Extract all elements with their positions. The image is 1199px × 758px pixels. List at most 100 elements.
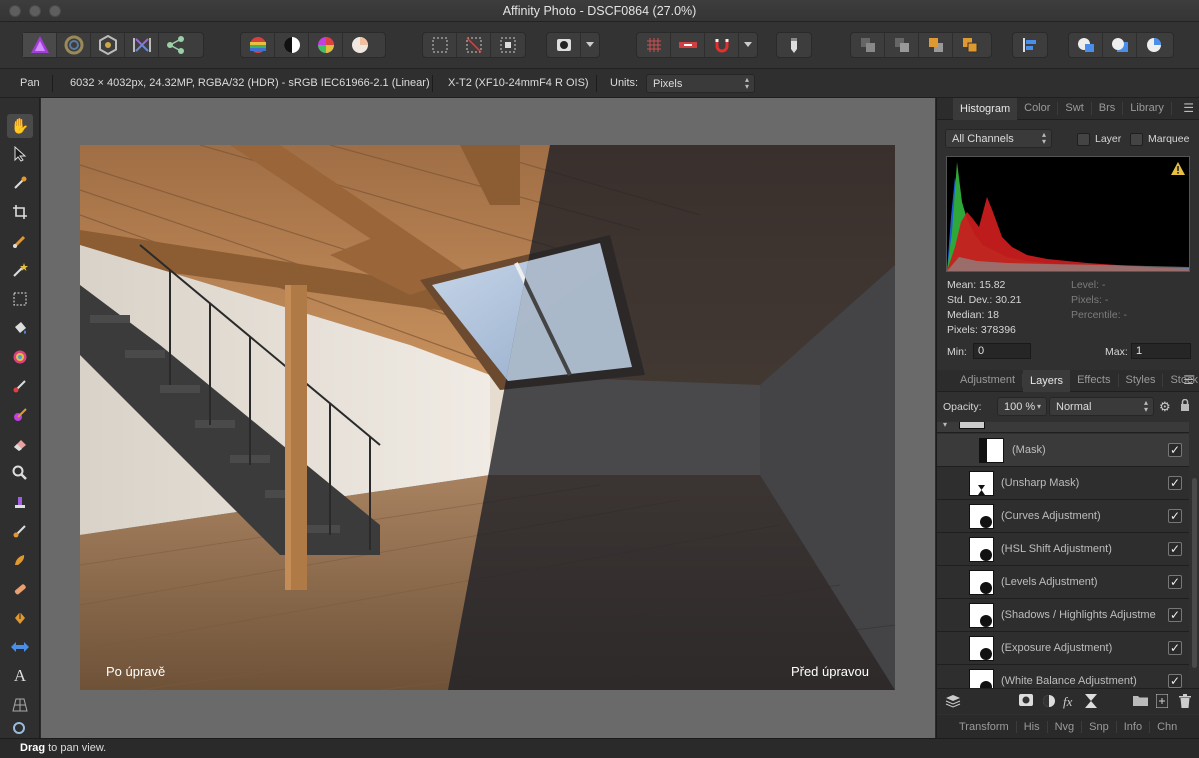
layer-row[interactable]: (HSL Shift Adjustment) ✓	[937, 533, 1189, 566]
color-replace-icon[interactable]	[7, 403, 33, 427]
dodge-icon[interactable]	[7, 461, 33, 485]
tab-history[interactable]: His	[1017, 720, 1048, 733]
layer-row[interactable]: (Levels Adjustment) ✓	[937, 566, 1189, 599]
tab-color[interactable]: Color	[1017, 102, 1059, 115]
paint-brush-icon[interactable]	[7, 374, 33, 398]
fx-icon[interactable]: fx	[1063, 694, 1072, 710]
gear-icon[interactable]: ⚙	[1159, 399, 1171, 415]
erase-icon[interactable]	[7, 432, 33, 456]
folder-icon[interactable]	[1133, 694, 1148, 709]
layer-visibility-checkbox[interactable]: ✓	[1168, 575, 1182, 589]
layer-visibility-checkbox[interactable]: ✓	[1168, 443, 1182, 457]
tab-navigator[interactable]: Nvg	[1048, 720, 1083, 733]
layer-visibility-checkbox[interactable]: ✓	[1168, 674, 1182, 688]
blemish-icon[interactable]	[7, 519, 33, 543]
max-input[interactable]: 1	[1131, 343, 1191, 359]
zoom-icon[interactable]	[7, 721, 33, 738]
tab-histogram[interactable]: Histogram	[953, 97, 1018, 120]
tab-layers[interactable]: Layers	[1023, 369, 1071, 392]
move-to-back-icon[interactable]	[851, 33, 885, 57]
chevron-down-icon[interactable]	[581, 33, 599, 57]
layer-row[interactable]: (Unsharp Mask) ✓	[937, 467, 1189, 500]
photo-persona-icon[interactable]	[23, 33, 57, 57]
move-forward-one-icon[interactable]	[919, 33, 953, 57]
blend-mode-select[interactable]: Normal ▴ ▾	[1049, 397, 1154, 416]
tab-transform[interactable]: Transform	[937, 720, 1017, 733]
layer-row[interactable]: (Shadows / Highlights Adjustme ✓	[937, 599, 1189, 632]
tab-brushes[interactable]: Brs	[1092, 102, 1124, 115]
develop-persona-icon[interactable]	[91, 33, 125, 57]
crop-icon[interactable]	[7, 200, 33, 224]
hsl-icon[interactable]	[309, 33, 343, 57]
move-to-front-icon[interactable]	[953, 33, 987, 57]
layer-visibility-checkbox[interactable]: ✓	[1168, 608, 1182, 622]
channel-select[interactable]: All Channels ▴ ▾	[945, 129, 1052, 148]
expand-chevron-icon[interactable]: ▾	[943, 422, 947, 429]
layers-stack-icon[interactable]	[945, 694, 961, 711]
select-all-icon[interactable]	[423, 33, 457, 57]
tab-snapshots[interactable]: Snp	[1082, 720, 1117, 733]
color-picker-icon[interactable]	[7, 171, 33, 195]
tab-styles[interactable]: Styles	[1119, 374, 1164, 387]
perspective-icon[interactable]	[7, 693, 33, 717]
levels-icon[interactable]	[241, 33, 275, 57]
white-balance-icon[interactable]	[343, 33, 377, 57]
opacity-select[interactable]: 100 % ▾	[997, 397, 1047, 416]
tab-library[interactable]: Library	[1123, 102, 1172, 115]
marquee-checkbox[interactable]	[1130, 133, 1143, 146]
inpainting-icon[interactable]	[7, 577, 33, 601]
group-layer-row[interactable]: ▾	[937, 422, 1189, 433]
grid-icon[interactable]	[637, 33, 671, 57]
selection-brush-icon[interactable]	[7, 229, 33, 253]
hand-icon[interactable]: ✋	[7, 114, 33, 138]
gradient-icon[interactable]	[7, 345, 33, 369]
magnet-icon[interactable]	[705, 33, 739, 57]
text-icon[interactable]: A	[7, 664, 33, 688]
smudge-icon[interactable]	[7, 548, 33, 572]
snapping-options-chevron-icon[interactable]	[739, 33, 757, 57]
invert-selection-icon[interactable]	[491, 33, 525, 57]
black-white-icon[interactable]	[275, 33, 309, 57]
layers-scrollbar[interactable]	[1192, 478, 1197, 668]
move-back-one-icon[interactable]	[885, 33, 919, 57]
flood-fill-icon[interactable]	[7, 316, 33, 340]
pen-icon[interactable]	[7, 606, 33, 630]
move-icon[interactable]	[7, 142, 33, 166]
layer-visibility-checkbox[interactable]: ✓	[1168, 542, 1182, 556]
liquify-persona-icon[interactable]	[57, 33, 91, 57]
tone-mapping-persona-icon[interactable]	[125, 33, 159, 57]
tab-info[interactable]: Info	[1117, 720, 1151, 733]
assistant-icon[interactable]	[671, 33, 705, 57]
units-select[interactable]: Pixels ▴ ▾	[646, 74, 755, 93]
document-canvas[interactable]: Po úpravě Před úpravou	[41, 98, 935, 738]
layer-checkbox[interactable]	[1077, 133, 1090, 146]
marquee-icon[interactable]	[7, 287, 33, 311]
flood-select-icon[interactable]	[7, 258, 33, 282]
add-adjustment-icon[interactable]	[1042, 694, 1056, 711]
export-persona-icon[interactable]	[159, 33, 193, 57]
add-shapes-icon[interactable]	[1069, 33, 1103, 57]
layer-visibility-checkbox[interactable]: ✓	[1168, 641, 1182, 655]
trash-icon[interactable]	[1179, 694, 1191, 711]
quick-mask-icon[interactable]	[547, 33, 581, 57]
mesh-warp-icon[interactable]	[7, 635, 33, 659]
layer-row[interactable]: (Curves Adjustment) ✓	[937, 500, 1189, 533]
align-icon[interactable]	[1012, 32, 1048, 58]
intersect-shapes-icon[interactable]	[1137, 33, 1171, 57]
tab-adjustment[interactable]: Adjustment	[953, 374, 1024, 387]
clone-icon[interactable]	[7, 490, 33, 514]
layer-visibility-checkbox[interactable]: ✓	[1168, 509, 1182, 523]
layer-row[interactable]: (Mask) ✓	[937, 434, 1189, 467]
panel-menu-icon[interactable]: ☰	[1183, 373, 1194, 387]
live-filter-icon[interactable]	[1085, 694, 1097, 711]
lock-icon[interactable]	[1180, 398, 1190, 414]
deselect-icon[interactable]	[457, 33, 491, 57]
pencil-icon[interactable]	[776, 32, 812, 58]
min-input[interactable]: 0	[973, 343, 1031, 359]
subtract-shapes-icon[interactable]	[1103, 33, 1137, 57]
tab-effects[interactable]: Effects	[1070, 374, 1119, 387]
layer-row[interactable]: (White Balance Adjustment) ✓	[937, 665, 1189, 688]
add-mask-icon[interactable]	[1019, 694, 1033, 709]
tab-swatches[interactable]: Swt	[1058, 102, 1092, 115]
tab-channels[interactable]: Chn	[1150, 721, 1184, 733]
